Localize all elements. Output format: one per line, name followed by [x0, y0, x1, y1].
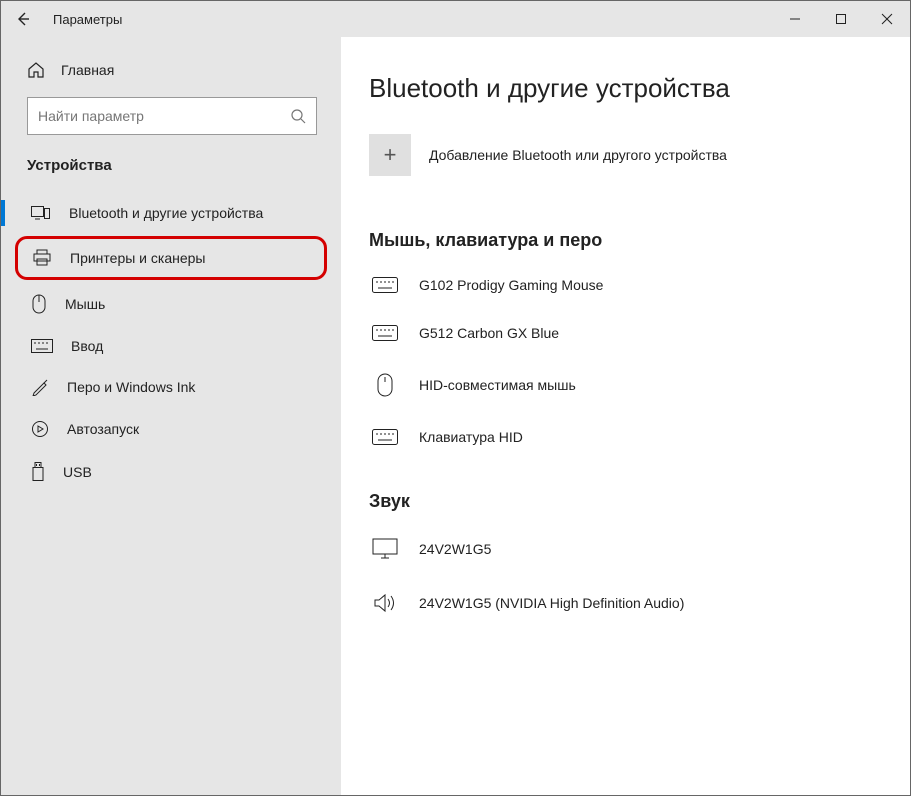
device-label: G102 Prodigy Gaming Mouse: [419, 277, 603, 293]
minimize-button[interactable]: [772, 1, 818, 37]
home-icon: [27, 61, 45, 79]
maximize-button[interactable]: [818, 1, 864, 37]
add-device-row[interactable]: + Добавление Bluetooth или другого устро…: [369, 134, 870, 176]
sidebar-section-title: Устройства: [1, 149, 341, 192]
sidebar-item-mouse[interactable]: Мышь: [1, 282, 341, 326]
monitor-icon: [372, 538, 398, 560]
keyboard-icon: [372, 277, 398, 293]
home-label: Главная: [61, 62, 114, 78]
sidebar-item-pen[interactable]: Перо и Windows Ink: [1, 366, 341, 408]
usb-icon: [31, 462, 45, 482]
sidebar-item-bluetooth[interactable]: Bluetooth и другие устройства: [1, 192, 341, 234]
sidebar-item-label: Принтеры и сканеры: [70, 250, 205, 266]
autoplay-icon: [31, 420, 49, 438]
device-label: 24V2W1G5: [419, 541, 491, 557]
device-label: Клавиатура HID: [419, 429, 523, 445]
device-item[interactable]: 24V2W1G5 (NVIDIA High Definition Audio): [369, 582, 870, 636]
arrow-left-icon: [15, 11, 31, 27]
pen-icon: [31, 378, 49, 396]
device-item[interactable]: G512 Carbon GX Blue: [369, 315, 870, 363]
main-content: Bluetooth и другие устройства + Добавлен…: [341, 37, 910, 795]
keyboard-icon: [372, 325, 398, 341]
mouse-icon: [31, 294, 47, 314]
home-link[interactable]: Главная: [1, 55, 341, 93]
sidebar: Главная Найти параметр Устройства Blueto…: [1, 37, 341, 795]
sidebar-item-printers[interactable]: Принтеры и сканеры: [15, 236, 327, 280]
search-input[interactable]: Найти параметр: [27, 97, 317, 135]
sidebar-item-label: Перо и Windows Ink: [67, 379, 195, 395]
sidebar-item-label: USB: [63, 464, 92, 480]
device-item[interactable]: 24V2W1G5: [369, 528, 870, 582]
device-label: G512 Carbon GX Blue: [419, 325, 559, 341]
printer-icon: [32, 249, 52, 267]
minimize-icon: [789, 13, 801, 25]
close-icon: [881, 13, 893, 25]
device-item[interactable]: HID-совместимая мышь: [369, 363, 870, 419]
speaker-icon: [373, 592, 397, 614]
sidebar-nav: Bluetooth и другие устройства Принтеры и…: [1, 192, 341, 494]
device-item[interactable]: Клавиатура HID: [369, 419, 870, 467]
plus-icon: +: [384, 142, 397, 168]
sidebar-item-label: Ввод: [71, 338, 103, 354]
settings-window: Параметры Главная Найти параметр Устройс…: [0, 0, 911, 796]
search-icon: [290, 108, 306, 124]
device-label: 24V2W1G5 (NVIDIA High Definition Audio): [419, 595, 684, 611]
close-button[interactable]: [864, 1, 910, 37]
devices-icon: [31, 204, 51, 222]
mouse-icon: [376, 373, 394, 397]
sidebar-item-label: Bluetooth и другие устройства: [69, 205, 263, 221]
section-sound: Звук: [369, 491, 870, 512]
window-title: Параметры: [45, 12, 122, 27]
search-placeholder: Найти параметр: [38, 108, 144, 124]
window-controls: [772, 1, 910, 37]
keyboard-icon: [31, 339, 53, 353]
back-button[interactable]: [1, 1, 45, 37]
section-mouse-keyboard-pen: Мышь, клавиатура и перо: [369, 230, 870, 251]
sidebar-item-label: Мышь: [65, 296, 105, 312]
device-label: HID-совместимая мышь: [419, 377, 576, 393]
sidebar-item-usb[interactable]: USB: [1, 450, 341, 494]
keyboard-icon: [372, 429, 398, 445]
sidebar-item-label: Автозапуск: [67, 421, 139, 437]
device-item[interactable]: G102 Prodigy Gaming Mouse: [369, 267, 870, 315]
add-device-button[interactable]: +: [369, 134, 411, 176]
maximize-icon: [835, 13, 847, 25]
sidebar-item-typing[interactable]: Ввод: [1, 326, 341, 366]
add-device-label: Добавление Bluetooth или другого устройс…: [429, 147, 727, 163]
titlebar: Параметры: [1, 1, 910, 37]
sidebar-item-autoplay[interactable]: Автозапуск: [1, 408, 341, 450]
page-title: Bluetooth и другие устройства: [369, 73, 870, 104]
